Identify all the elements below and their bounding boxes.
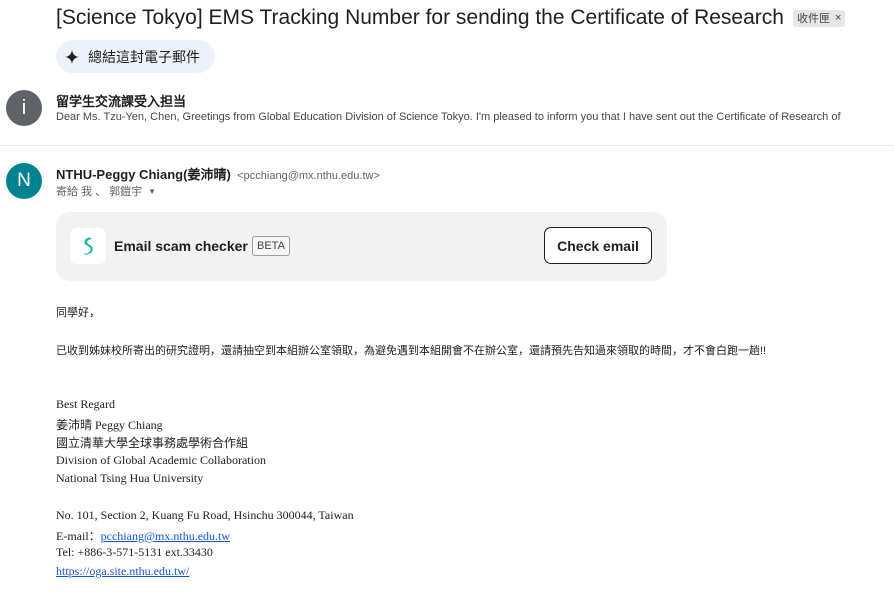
signature-university: National Tsing Hua University bbox=[56, 471, 204, 485]
subject-row: [Science Tokyo] EMS Tracking Number for … bbox=[56, 6, 846, 30]
signature-email-line: E-mail：pcchiang@mx.nthu.edu.tw bbox=[56, 527, 230, 544]
inbox-label-text: 收件匣 bbox=[796, 13, 830, 25]
signature-website-line: https://oga.site.nthu.edu.tw/ bbox=[56, 564, 189, 579]
chevron-down-icon[interactable]: ▼ bbox=[148, 187, 156, 196]
avatar[interactable]: i bbox=[6, 90, 42, 126]
scam-checker-title: Email scam checker bbox=[114, 238, 248, 254]
email-subject: [Science Tokyo] EMS Tracking Number for … bbox=[56, 6, 784, 29]
body-paragraph: 已收到姊妹校所寄出的研究證明，還請抽空到本組辦公室領取，為避免遇到本組開會不在辦… bbox=[56, 345, 767, 357]
email-label: E-mail： bbox=[56, 529, 101, 543]
sender-name[interactable]: NTHU-Peggy Chiang(姜沛晴) bbox=[56, 167, 231, 182]
check-email-button[interactable]: Check email bbox=[544, 227, 652, 264]
scam-checker-card: Email scam checker BETA Check email bbox=[56, 212, 667, 281]
sender-row: NTHU-Peggy Chiang(姜沛晴) <pcchiang@mx.nthu… bbox=[56, 164, 380, 184]
collapsed-snippet: Dear Ms. Tzu-Yen, Chen, Greetings from G… bbox=[56, 111, 841, 123]
recipients-text: 寄給 我 、 郭鎧宇 bbox=[56, 186, 143, 198]
beta-badge: BETA bbox=[252, 236, 290, 256]
website-link[interactable]: https://oga.site.nthu.edu.tw/ bbox=[56, 564, 189, 578]
surfshark-logo-icon bbox=[70, 228, 106, 264]
signature-division: Division of Global Academic Collaboratio… bbox=[56, 453, 266, 467]
avatar[interactable]: N bbox=[6, 163, 42, 199]
summarize-label: 總結這封電子郵件 bbox=[88, 48, 200, 65]
signature-address: No. 101, Section 2, Kuang Fu Road, Hsinc… bbox=[56, 508, 354, 522]
inbox-label-chip[interactable]: 收件匣 × bbox=[792, 9, 846, 27]
divider bbox=[0, 145, 894, 146]
recipients: 寄給 我 、 郭鎧宇 ▼ bbox=[56, 183, 156, 199]
email-link[interactable]: pcchiang@mx.nthu.edu.tw bbox=[101, 529, 230, 543]
signature-tel: Tel: +886-3-571-5131 ext.33430 bbox=[56, 545, 213, 559]
greeting: 同學好， bbox=[56, 307, 100, 319]
signature-closing: Best Regard bbox=[56, 397, 115, 411]
collapsed-sender: 留学生交流課受入担当 bbox=[56, 94, 187, 109]
close-icon[interactable]: × bbox=[835, 12, 841, 24]
sender-email: <pcchiang@mx.nthu.edu.tw> bbox=[237, 170, 380, 182]
collapsed-message[interactable]: i 留学生交流課受入担当 Dear Ms. Tzu-Yen, Chen, Gre… bbox=[0, 88, 894, 140]
sparkle-icon bbox=[65, 49, 79, 64]
signature-office-zh: 國立清華大學全球事務處學術合作組 bbox=[56, 436, 249, 450]
signature-name: 姜沛晴 Peggy Chiang bbox=[56, 418, 163, 432]
summarize-email-button[interactable]: 總結這封電子郵件 bbox=[56, 40, 215, 73]
